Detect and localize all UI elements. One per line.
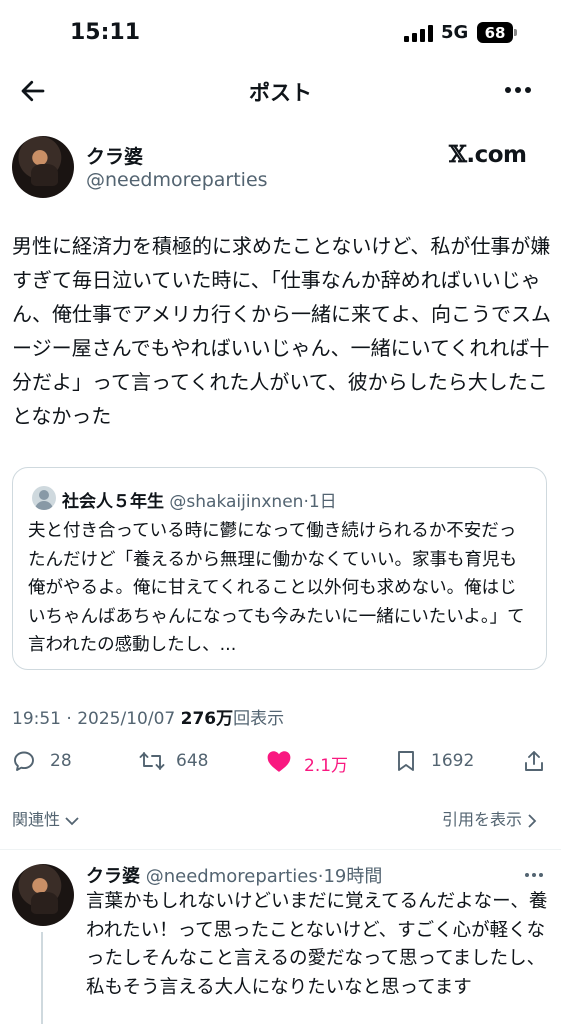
sort-dropdown[interactable]: 関連性 (12, 806, 79, 830)
cellular-signal-icon (404, 24, 434, 42)
repost-icon[interactable] (138, 749, 166, 773)
chevron-right-icon (528, 813, 537, 828)
bookmark-icon[interactable] (394, 749, 418, 773)
share-icon[interactable] (522, 749, 546, 773)
post-time: 19:51 (12, 709, 61, 729)
reply-text: 言葉かもしれないけどいまだに覚えてるんだよなー、養われたい！って思ったことないけ… (86, 891, 548, 998)
post-meta: 19:51 · 2025/10/07 276万回表示 (12, 704, 284, 729)
post-date: 2025/10/07 (77, 709, 176, 729)
battery-icon: 68 (477, 22, 513, 43)
quote-meta: 社会人５年生 @shakaijinxnen·1日 (62, 487, 337, 512)
status-time: 15:11 (70, 20, 141, 45)
network-type: 5G (441, 22, 469, 43)
source-link[interactable]: 𝕏.com (449, 141, 527, 168)
x-logo-icon: 𝕏 (449, 141, 467, 168)
view-quotes-link[interactable]: 引用を表示 (442, 806, 537, 830)
post-text: 男性に経済力を積極的に求めたことないけど、私が仕事が嫌すぎて毎日泣いていた時に、… (12, 234, 551, 428)
page-title: ポスト (249, 81, 312, 105)
reply-more-icon[interactable] (525, 873, 547, 879)
quote-age: 1日 (308, 492, 337, 512)
author-avatar[interactable] (12, 136, 74, 198)
reply-meta: クラ婆 @needmoreparties·19時間 (86, 862, 382, 888)
reply-icon[interactable] (12, 749, 36, 773)
author-handle[interactable]: @needmoreparties (86, 169, 268, 191)
reply-age: 19時間 (323, 866, 383, 887)
chevron-down-icon (65, 816, 79, 825)
meta-sep: · (61, 709, 78, 729)
quote-author-name: 社会人５年生 (62, 492, 164, 512)
reply-author-handle[interactable]: @needmoreparties (146, 866, 318, 887)
sort-label: 関連性 (12, 810, 61, 829)
like-count[interactable]: 2.1万 (304, 751, 348, 776)
divider (0, 849, 561, 850)
thread-line (41, 932, 43, 1024)
battery-tip (514, 29, 517, 36)
quote-avatar (32, 486, 56, 510)
reply-count[interactable]: 28 (50, 751, 72, 771)
repost-count[interactable]: 648 (176, 751, 208, 771)
views-label: 回表示 (233, 709, 285, 729)
bookmark-count[interactable]: 1692 (431, 751, 474, 771)
author-name[interactable]: クラ婆 (86, 142, 143, 169)
more-options-icon[interactable] (505, 87, 533, 95)
reply-avatar[interactable] (12, 864, 74, 926)
source-label: .com (466, 142, 527, 168)
back-arrow-icon[interactable] (18, 76, 48, 106)
heart-icon[interactable] (266, 749, 292, 773)
quote-author-handle: @shakaijinxnen (169, 492, 304, 512)
views-count: 276万 (180, 709, 234, 729)
reply-author-name[interactable]: クラ婆 (86, 866, 140, 887)
quote-text: 夫と付き合っている時に鬱になって働き続けられるか不安だったんだけど「養えるから無… (28, 521, 525, 655)
view-quotes-label: 引用を表示 (442, 810, 523, 829)
battery-level: 68 (484, 23, 506, 42)
